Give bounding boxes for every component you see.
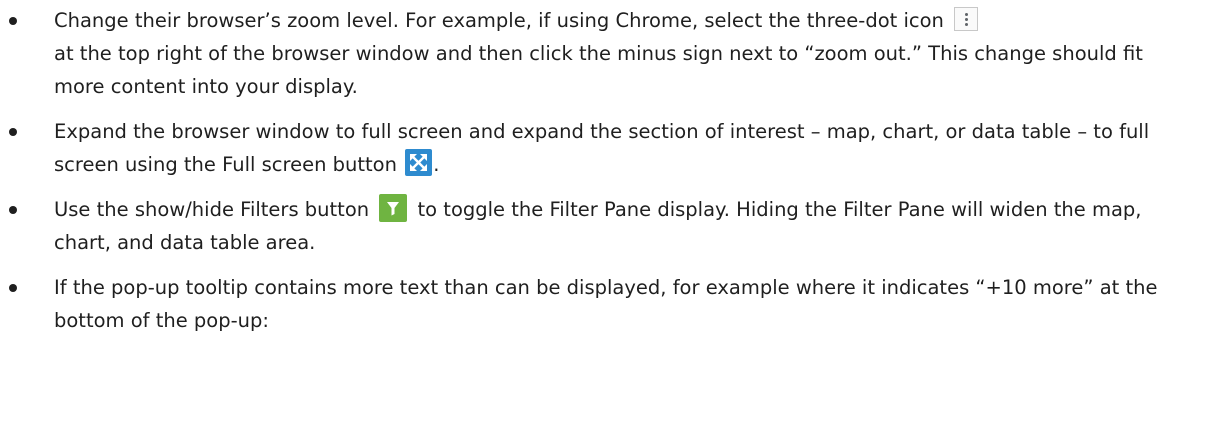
three-dot-menu-icon <box>954 6 979 31</box>
document-page: Change their browser’s zoom level. For e… <box>0 0 1207 422</box>
bullet-icon <box>9 17 17 25</box>
list-item-fullscreen: Expand the browser window to full screen… <box>0 115 1207 181</box>
tooltip-text: If the pop-up tooltip contains more text… <box>54 276 1158 332</box>
filter-icon <box>379 193 408 222</box>
list-item-tooltip: If the pop-up tooltip contains more text… <box>0 271 1207 337</box>
instruction-list: Change their browser’s zoom level. For e… <box>0 4 1207 337</box>
fullscreen-text-before: Expand the browser window to full screen… <box>54 120 1150 176</box>
fullscreen-text-after: . <box>433 153 440 176</box>
fullscreen-icon <box>405 149 433 176</box>
list-item-filters: Use the show/hide Filters button to togg… <box>0 193 1207 259</box>
bullet-icon <box>9 206 17 214</box>
zoom-text-after: at the top right of the browser window a… <box>54 42 1143 98</box>
bullet-icon <box>9 284 17 292</box>
list-item-zoom: Change their browser’s zoom level. For e… <box>0 4 1207 103</box>
filters-text-before: Use the show/hide Filters button <box>54 198 370 221</box>
bullet-icon <box>9 128 17 136</box>
zoom-text-before: Change their browser’s zoom level. For e… <box>54 9 944 32</box>
